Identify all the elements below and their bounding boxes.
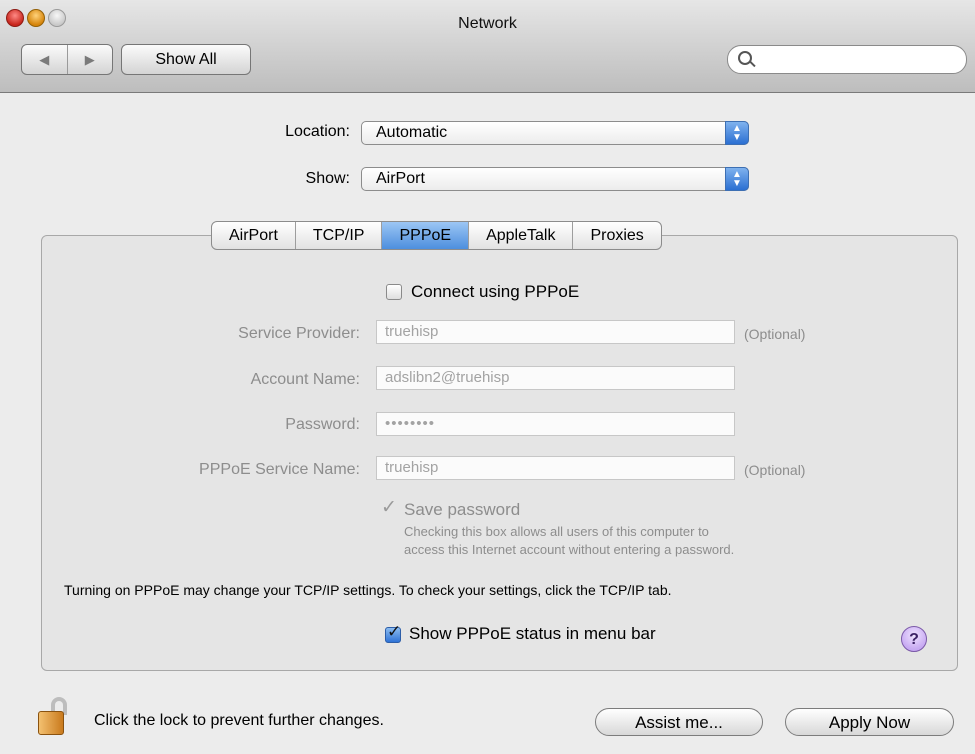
show-value: AirPort bbox=[376, 170, 425, 187]
checkmark-icon: ✓ bbox=[387, 622, 402, 641]
popup-arrows-icon: ▲ ▼ bbox=[725, 167, 749, 191]
popup-arrows-icon: ▲ ▼ bbox=[725, 121, 749, 145]
location-value: Automatic bbox=[376, 124, 448, 141]
lock-message: Click the lock to prevent further change… bbox=[94, 712, 384, 729]
back-forward-control: ◀ ▶ bbox=[21, 44, 113, 75]
tab-pppoe[interactable]: PPPoE bbox=[381, 222, 469, 249]
service-name-optional: (Optional) bbox=[744, 462, 806, 478]
save-password-checkbox[interactable]: ✓ bbox=[380, 497, 397, 519]
location-label: Location: bbox=[285, 123, 350, 140]
lock-body bbox=[38, 711, 64, 735]
apply-now-button[interactable]: Apply Now bbox=[785, 708, 954, 736]
connect-pppoe-label: Connect using PPPoE bbox=[411, 282, 580, 301]
password-field[interactable]: •••••••• bbox=[376, 412, 735, 436]
service-provider-optional: (Optional) bbox=[744, 326, 806, 342]
location-popup[interactable]: Automatic ▲ ▼ bbox=[361, 121, 749, 145]
checkmark-icon: ✓ bbox=[381, 497, 397, 518]
window-title: Network bbox=[458, 15, 517, 32]
tab-proxies[interactable]: Proxies bbox=[572, 222, 660, 249]
save-password-hint-line1: Checking this box allows all users of th… bbox=[404, 524, 709, 539]
help-icon[interactable]: ? bbox=[901, 626, 927, 652]
tab-appletalk[interactable]: AppleTalk bbox=[468, 222, 572, 249]
show-popup[interactable]: AirPort ▲ ▼ bbox=[361, 167, 749, 191]
service-name-label: PPPoE Service Name: bbox=[199, 461, 360, 478]
save-password-hint-line2: access this Internet account without ent… bbox=[404, 542, 735, 557]
account-name-field[interactable]: adslibn2@truehisp bbox=[376, 366, 735, 390]
title-toolbar: Network ◀ ▶ Show All bbox=[0, 0, 975, 93]
back-button[interactable]: ◀ bbox=[22, 45, 67, 74]
status-menu-checkbox[interactable]: ✓ bbox=[385, 622, 401, 643]
search-icon bbox=[738, 51, 752, 65]
tcpip-notice: Turning on PPPoE may change your TCP/IP … bbox=[64, 582, 672, 598]
back-arrow-icon: ◀ bbox=[39, 51, 50, 67]
save-password-label: Save password bbox=[404, 500, 521, 519]
tab-airport[interactable]: AirPort bbox=[212, 222, 295, 249]
tab-tcpip[interactable]: TCP/IP bbox=[294, 222, 382, 249]
forward-button[interactable]: ▶ bbox=[66, 45, 113, 74]
connect-pppoe-checkbox[interactable] bbox=[386, 284, 402, 300]
status-menu-label: Show PPPoE status in menu bar bbox=[409, 624, 656, 643]
forward-arrow-icon: ▶ bbox=[84, 51, 95, 67]
service-provider-label: Service Provider: bbox=[238, 325, 360, 342]
service-provider-field[interactable]: truehisp bbox=[376, 320, 735, 344]
password-label: Password: bbox=[285, 416, 360, 433]
search-field[interactable] bbox=[727, 45, 967, 74]
show-label: Show: bbox=[305, 170, 350, 187]
lock-open-icon[interactable] bbox=[38, 697, 78, 735]
assist-me-button[interactable]: Assist me... bbox=[595, 708, 763, 736]
account-name-label: Account Name: bbox=[250, 371, 360, 388]
show-all-button[interactable]: Show All bbox=[121, 44, 251, 75]
tab-bar: AirPort TCP/IP PPPoE AppleTalk Proxies bbox=[211, 221, 662, 250]
service-name-field[interactable]: truehisp bbox=[376, 456, 735, 480]
